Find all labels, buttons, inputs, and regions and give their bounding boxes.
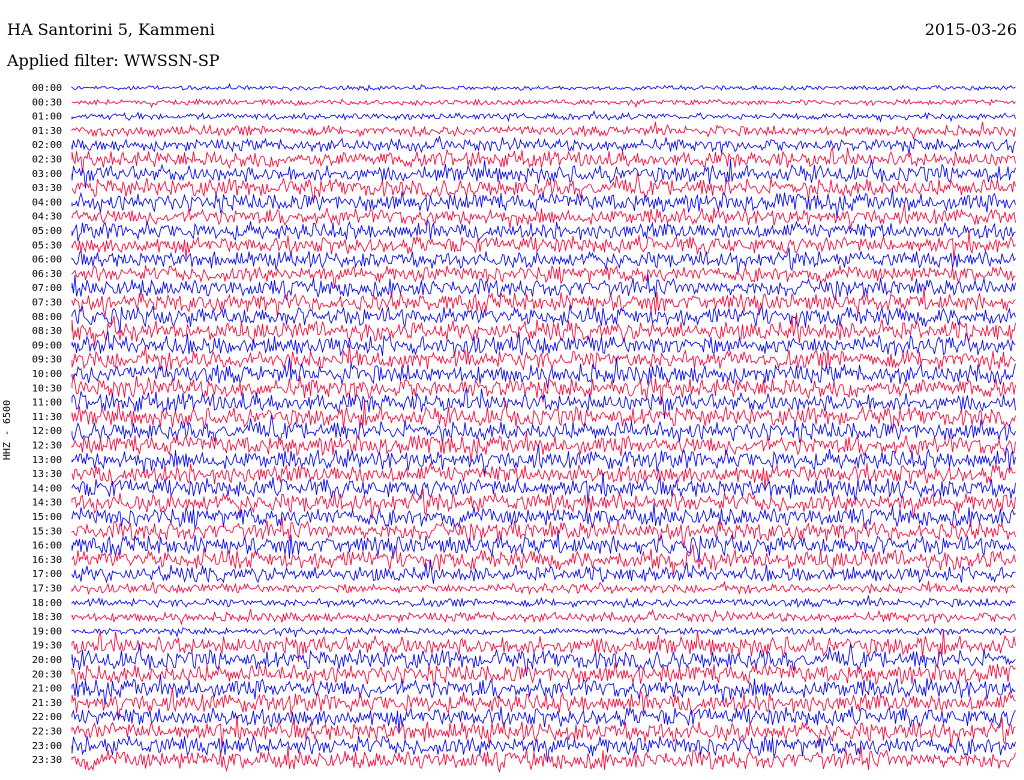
row-time-label: 08:00: [32, 312, 62, 323]
row-time-label: 18:00: [32, 598, 62, 609]
row-time-label: 06:00: [32, 255, 62, 266]
trace-row: [71, 98, 1016, 109]
row-time-label: 21:30: [32, 698, 62, 709]
trace-row: [71, 136, 1016, 155]
trace-row: [71, 218, 1016, 243]
trace-row: [71, 608, 1016, 626]
row-time-label: 00:00: [32, 83, 62, 94]
row-time-label: 07:30: [32, 298, 62, 309]
row-time-label: 13:00: [32, 455, 62, 466]
row-time-label: 23:00: [32, 741, 62, 752]
row-time-label: 12:00: [32, 426, 62, 437]
row-time-label: 18:30: [32, 612, 62, 623]
row-time-label: 19:30: [32, 641, 62, 652]
row-time-label: 17:30: [32, 584, 62, 595]
trace-row: [71, 158, 1016, 189]
row-time-label: 02:30: [32, 155, 62, 166]
row-time-label: 01:30: [32, 126, 62, 137]
row-time-label: 12:30: [32, 441, 62, 452]
trace-row: [71, 110, 1016, 123]
row-time-label: 03:30: [32, 183, 62, 194]
trace-row: [71, 595, 1016, 609]
row-time-label: 09:00: [32, 340, 62, 351]
trace-group: [71, 82, 1016, 773]
trace-row: [71, 247, 1016, 274]
row-time-label: 05:30: [32, 240, 62, 251]
trace-row: [71, 274, 1016, 301]
tick-label-group: 00:00 00:30 01:00 01:30 02:00 02:30 03:00 03:30…: [32, 83, 62, 766]
row-time-label: 15:30: [32, 526, 62, 537]
row-time-label: 13:30: [32, 469, 62, 480]
trace-row: [71, 745, 1016, 773]
row-time-label: 21:00: [32, 684, 62, 695]
trace-row: [71, 147, 1016, 174]
row-time-label: 08:30: [32, 326, 62, 337]
row-time-label: 02:00: [32, 140, 62, 151]
trace-row: [71, 287, 1016, 318]
row-time-label: 03:00: [32, 169, 62, 180]
row-time-label: 07:00: [32, 283, 62, 294]
row-time-label: 00:30: [32, 97, 62, 108]
row-time-label: 01:00: [32, 112, 62, 123]
trace-row: [71, 462, 1016, 489]
row-time-label: 04:30: [32, 212, 62, 223]
row-time-label: 14:30: [32, 498, 62, 509]
trace-row: [71, 121, 1016, 141]
row-time-label: 11:00: [32, 398, 62, 409]
trace-row: [71, 82, 1016, 92]
row-time-label: 22:30: [32, 727, 62, 738]
row-time-label: 15:00: [32, 512, 62, 523]
row-time-label: 10:00: [32, 369, 62, 380]
row-time-label: 10:30: [32, 383, 62, 394]
row-time-label: 17:00: [32, 569, 62, 580]
row-time-label: 09:30: [32, 355, 62, 366]
trace-row: [71, 502, 1016, 530]
trace-row: [71, 662, 1016, 688]
row-time-label: 22:00: [32, 712, 62, 723]
row-time-label: 14:00: [32, 483, 62, 494]
row-time-label: 05:00: [32, 226, 62, 237]
row-time-label: 04:00: [32, 197, 62, 208]
row-time-label: 11:30: [32, 412, 62, 423]
trace-row: [71, 626, 1016, 638]
trace-row: [71, 580, 1016, 596]
trace-row: [71, 203, 1016, 229]
row-time-label: 23:30: [32, 755, 62, 766]
row-time-label: 20:30: [32, 669, 62, 680]
row-time-label: 20:00: [32, 655, 62, 666]
trace-row: [71, 559, 1016, 584]
row-time-label: 16:30: [32, 555, 62, 566]
row-time-label: 16:00: [32, 541, 62, 552]
trace-row: [71, 705, 1016, 732]
row-time-label: 06:30: [32, 269, 62, 280]
row-time-label: 19:00: [32, 626, 62, 637]
trace-row: [71, 312, 1016, 346]
trace-row: [71, 231, 1016, 261]
helicorder-plot: 00:00 00:30 01:00 01:30 02:00 02:30 03:00 03:30…: [32, 82, 1016, 773]
